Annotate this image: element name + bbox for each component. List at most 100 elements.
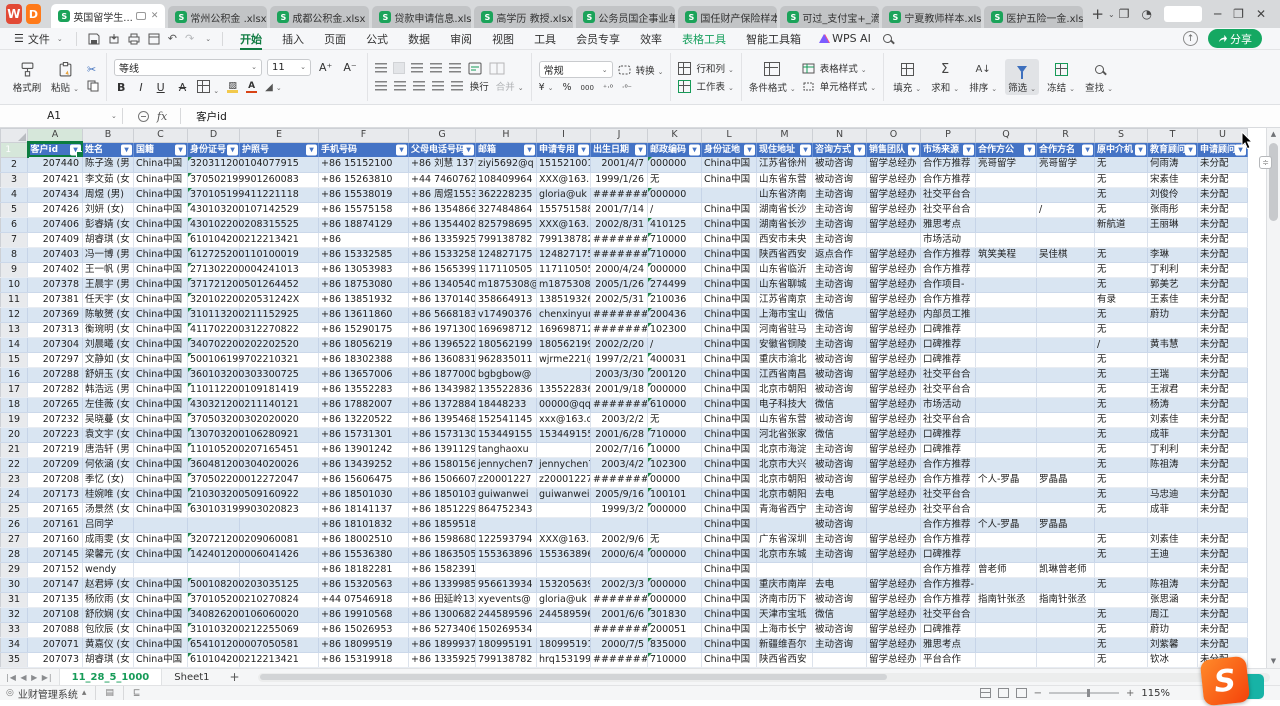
cell-O4[interactable]: 留学总经办	[867, 187, 921, 202]
cell-S26[interactable]	[1095, 517, 1148, 532]
cell-I6[interactable]: XXX@163.	[537, 217, 591, 232]
cell-R35[interactable]	[1037, 652, 1095, 667]
cell-F24[interactable]: +86 18501030	[319, 487, 409, 502]
cell-G20[interactable]: +86 1573130169	[409, 427, 476, 442]
increase-indent-icon[interactable]	[449, 63, 461, 73]
cell-K27[interactable]: 无	[648, 532, 702, 547]
ribbon-tab-公式[interactable]: 公式	[356, 28, 398, 50]
cell-B14[interactable]: 刘晨曦 (女	[83, 337, 134, 352]
decrease-decimal-button[interactable]: ·⁰⁻	[622, 83, 632, 92]
paste-button[interactable]: 粘贴⌄	[49, 60, 81, 94]
cell-O34[interactable]: 留学总经办	[867, 637, 921, 652]
cell-K19[interactable]: 无	[648, 412, 702, 427]
cell-F6[interactable]: +86 18874129	[319, 217, 409, 232]
cell-P28[interactable]: 口碑推荐	[921, 547, 976, 562]
cell-G8[interactable]: +86 1533258500	[409, 247, 476, 262]
cell-A34[interactable]: 207071	[28, 637, 83, 652]
cell-U30[interactable]: 未分配	[1198, 577, 1248, 592]
cell-F9[interactable]: +86 13053983	[319, 262, 409, 277]
cell-G10[interactable]: +86 1340540988	[409, 277, 476, 292]
cell-B16[interactable]: 舒妍玉 (女	[83, 367, 134, 382]
cell-C12[interactable]: China中国	[134, 307, 188, 322]
cell-J16[interactable]: 2003/3/30	[591, 367, 648, 382]
cell-C22[interactable]: China中国	[134, 457, 188, 472]
cell-I2[interactable]: 151521001	[537, 157, 591, 172]
cell-A11[interactable]: 207381	[28, 292, 83, 307]
cell-K33[interactable]: 200051	[648, 622, 702, 637]
cell-N34[interactable]: 主动咨询	[813, 637, 867, 652]
cell-H11[interactable]: 358664913	[476, 292, 537, 307]
column-header-N[interactable]: N	[813, 129, 867, 143]
cell-T21[interactable]: 丁利利	[1148, 442, 1198, 457]
cell-F25[interactable]: +86 18141137	[319, 502, 409, 517]
cell-R4[interactable]	[1037, 187, 1095, 202]
cell-A9[interactable]: 207402	[28, 262, 83, 277]
cell-Q18[interactable]	[976, 397, 1037, 412]
cell-S5[interactable]: 无	[1095, 202, 1148, 217]
cell-J3[interactable]: 1999/1/26	[591, 172, 648, 187]
cell-O3[interactable]: 留学总经办	[867, 172, 921, 187]
convert-button[interactable]: 转换⌄	[636, 63, 664, 77]
cell-F2[interactable]: +86 15152100	[319, 157, 409, 172]
cell-S12[interactable]: 无	[1095, 307, 1148, 322]
cell-Q12[interactable]	[976, 307, 1037, 322]
cell-K29[interactable]	[648, 562, 702, 577]
cell-G16[interactable]: +86 1877000215	[409, 367, 476, 382]
cell-I34[interactable]: 180995191	[537, 637, 591, 652]
cell-Q28[interactable]	[976, 547, 1037, 562]
cell-S33[interactable]: 无	[1095, 622, 1148, 637]
cell-R13[interactable]	[1037, 322, 1095, 337]
cell-I12[interactable]: chenxinyur	[537, 307, 591, 322]
cell-D30[interactable]: 500108200203035125	[188, 577, 240, 592]
row-header-23[interactable]: 23	[1, 472, 28, 487]
cell-F3[interactable]: +86 15263810	[319, 172, 409, 187]
cell-C23[interactable]: China中国	[134, 472, 188, 487]
cell-G6[interactable]: +86 1354402198	[409, 217, 476, 232]
cell-L13[interactable]: China中国	[702, 322, 757, 337]
cell-L23[interactable]: China中国	[702, 472, 757, 487]
name-box-caret-icon[interactable]: ⌄	[111, 112, 117, 120]
document-tab[interactable]: S 宁夏教师样本.xlsx	[882, 6, 981, 28]
row-header-2[interactable]: 2	[1, 157, 28, 172]
cell-G2[interactable]: +86 刘慧 137052	[409, 157, 476, 172]
cell-R29[interactable]: 凯琳曾老师	[1037, 562, 1095, 577]
cell-C2[interactable]: China中国	[134, 157, 188, 172]
cell-T13[interactable]	[1148, 322, 1198, 337]
cell-A13[interactable]: 207313	[28, 322, 83, 337]
cell-P10[interactable]: 合作项目-	[921, 277, 976, 292]
row-header-29[interactable]: 29	[1, 562, 28, 577]
header-cell-P1[interactable]: 市场来源▼	[921, 142, 976, 157]
cell-M31[interactable]: 济南市历下	[757, 592, 813, 607]
cell-L33[interactable]: China中国	[702, 622, 757, 637]
cell-L10[interactable]: China中国	[702, 277, 757, 292]
cell-K2[interactable]: 000000	[648, 157, 702, 172]
cell-K21[interactable]: 10000	[648, 442, 702, 457]
cell-K10[interactable]: 274499	[648, 277, 702, 292]
header-cell-R1[interactable]: 合作方名▼	[1037, 142, 1095, 157]
row-header-13[interactable]: 13	[1, 322, 28, 337]
cell-R9[interactable]	[1037, 262, 1095, 277]
cell-D35[interactable]: 610104200212213421	[188, 652, 240, 667]
cell-T5[interactable]: 张雨彤	[1148, 202, 1198, 217]
cell-Q10[interactable]	[976, 277, 1037, 292]
cell-I9[interactable]: 117110505	[537, 262, 591, 277]
cell-T9[interactable]: 丁利利	[1148, 262, 1198, 277]
filter-dropdown-icon[interactable]: ▼	[908, 144, 919, 155]
row-header-20[interactable]: 20	[1, 427, 28, 442]
cell-G21[interactable]: +86 1391129694	[409, 442, 476, 457]
cell-P31[interactable]: 合作方推荐	[921, 592, 976, 607]
cell-J27[interactable]: 2002/9/6	[591, 532, 648, 547]
header-cell-F1[interactable]: 手机号码▼	[319, 142, 409, 157]
cell-P20[interactable]: 口碑推荐	[921, 427, 976, 442]
cell-R16[interactable]	[1037, 367, 1095, 382]
cell-I33[interactable]	[537, 622, 591, 637]
cell-B31[interactable]: 杨欣雨 (女	[83, 592, 134, 607]
cell-T32[interactable]: 周江	[1148, 607, 1198, 622]
cell-D22[interactable]: 360481200304020026	[188, 457, 240, 472]
ribbon-tab-数据[interactable]: 数据	[398, 28, 440, 50]
cell-H22[interactable]: jennychen7	[476, 457, 537, 472]
filter-dropdown-icon[interactable]: ▼	[744, 144, 755, 155]
cell-K12[interactable]: 200436	[648, 307, 702, 322]
cell-L3[interactable]: China中国	[702, 172, 757, 187]
cell-G11[interactable]: +86 1370140948	[409, 292, 476, 307]
